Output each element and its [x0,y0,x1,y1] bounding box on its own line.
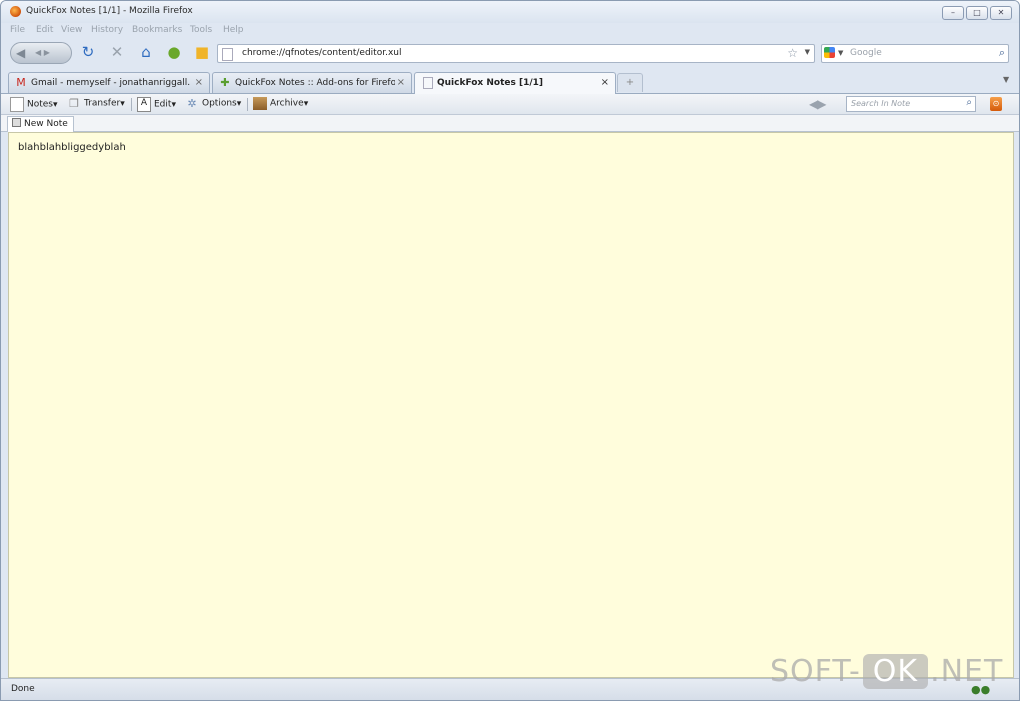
note-tabs: New Note [1,115,1019,132]
back-arrow-icon: ◀ [16,46,26,60]
toolbar-separator [131,98,132,111]
menu-edit[interactable]: Edit [36,25,53,35]
navigation-toolbar: ◀ ◀ ▶ ↻ ✕ ⌂ ● ■ chrome://qfnotes/content… [1,39,1019,69]
menu-view[interactable]: View [61,25,82,35]
maximize-button[interactable]: □ [966,6,988,20]
feed-icon[interactable]: ⊙ [990,97,1002,111]
note-editor[interactable]: blahblahbliggedyblah [8,132,1014,678]
watermark-logo: SOFT- OK .NET [770,654,1003,689]
menu-tools[interactable]: Tools [190,25,212,35]
font-icon: A [137,97,151,112]
archive-label: Archive [270,98,304,109]
window-title: QuickFox Notes [1/1] - Mozilla Firefox [26,6,193,16]
options-label: Options [202,98,237,109]
note-search-input[interactable]: Search In Note ⌕ [846,96,976,112]
tab-label: Gmail - memyself - jonathanriggall... [31,78,191,88]
menu-bar: File Edit View History Bookmarks Tools H… [1,23,1019,39]
stop-icon[interactable]: ✕ [108,43,126,61]
reload-icon[interactable]: ↻ [79,43,97,61]
close-tab-icon[interactable]: × [195,77,203,88]
close-tab-icon[interactable]: × [601,77,609,88]
page-icon [423,77,433,89]
browser-window: QuickFox Notes [1/1] - Mozilla Firefox –… [0,0,1020,701]
note-icon [12,118,21,127]
watermark-right: .NET [930,654,1004,689]
gmail-icon: M [16,76,26,89]
note-search-placeholder: Search In Note [851,99,911,108]
menu-help[interactable]: Help [223,25,244,35]
close-tab-icon[interactable]: × [397,77,405,88]
engine-dropdown-icon[interactable]: ▼ [838,49,843,57]
addon-icon: ✚ [220,76,230,89]
menu-bookmarks[interactable]: Bookmarks [132,25,182,35]
note-tab-new-note[interactable]: New Note [7,116,74,132]
tab-label: QuickFox Notes [1/1] [437,78,544,88]
transfer-icon: ❐ [69,97,79,110]
archive-box-icon [253,97,267,110]
watermark-left: SOFT- [770,654,861,689]
back-forward-label: ◀ ▶ [35,48,50,57]
page-icon [222,48,233,61]
url-bar[interactable]: chrome://qfnotes/content/editor.xul ☆ ▼ [217,44,815,63]
watermark-ok: OK [862,654,929,689]
home-icon[interactable]: ⌂ [137,43,155,61]
menu-file[interactable]: File [10,25,25,35]
tab-list-icon[interactable]: ▼ [1003,75,1009,84]
google-icon [824,47,835,58]
greasemonkey-icon[interactable]: ● [165,43,183,61]
transfer-label: Transfer [84,98,121,109]
url-dropdown-icon[interactable]: ▼ [805,48,810,56]
note-tab-label: New Note [24,119,68,129]
search-icon[interactable]: ⌕ [999,46,1005,60]
tab-addons[interactable]: ✚ QuickFox Notes :: Add-ons for Firefox … [212,72,412,93]
tab-gmail[interactable]: M Gmail - memyself - jonathanriggall... … [8,72,210,93]
title-bar: QuickFox Notes [1/1] - Mozilla Firefox –… [1,1,1019,23]
edit-label: Edit [154,99,172,110]
tab-quickfox-notes[interactable]: QuickFox Notes [1/1] × [414,72,616,94]
archive-menu-button[interactable]: Archive▾ [253,97,308,111]
status-text: Done [11,684,35,694]
bookmark-star-icon[interactable]: ☆ [787,46,798,60]
search-placeholder: Google [850,48,882,58]
options-menu-button[interactable]: ✲ Options▾ [185,97,241,111]
new-tab-button[interactable]: + [617,73,643,92]
notes-label: Notes [27,99,53,110]
notes-icon [10,97,24,112]
web-search-bar[interactable]: ▼ Google ⌕ [821,44,1009,63]
tab-strip: M Gmail - memyself - jonathanriggall... … [1,69,1019,94]
note-nav-arrows-icon[interactable]: ◀▶ [809,97,826,111]
notes-addon-icon[interactable]: ■ [193,43,211,61]
note-content: blahblahbliggedyblah [18,142,126,153]
menu-history[interactable]: History [91,25,123,35]
transfer-menu-button[interactable]: ❐ Transfer▾ [67,97,125,111]
tab-label: QuickFox Notes :: Add-ons for Firefox [235,78,395,88]
toolbar-separator [247,98,248,111]
url-text: chrome://qfnotes/content/editor.xul [242,48,402,58]
firefox-icon [10,6,21,17]
notes-menu-button[interactable]: Notes▾ [10,97,58,112]
close-window-button[interactable]: ✕ [990,6,1012,20]
back-forward-button[interactable]: ◀ ◀ ▶ [10,42,72,64]
minimize-button[interactable]: – [942,6,964,20]
search-icon[interactable]: ⌕ [966,97,972,108]
edit-menu-button[interactable]: A Edit▾ [137,97,176,112]
notes-toolbar: Notes▾ ❐ Transfer▾ A Edit▾ ✲ Options▾ Archi… [1,94,1019,115]
gear-icon: ✲ [187,97,197,110]
